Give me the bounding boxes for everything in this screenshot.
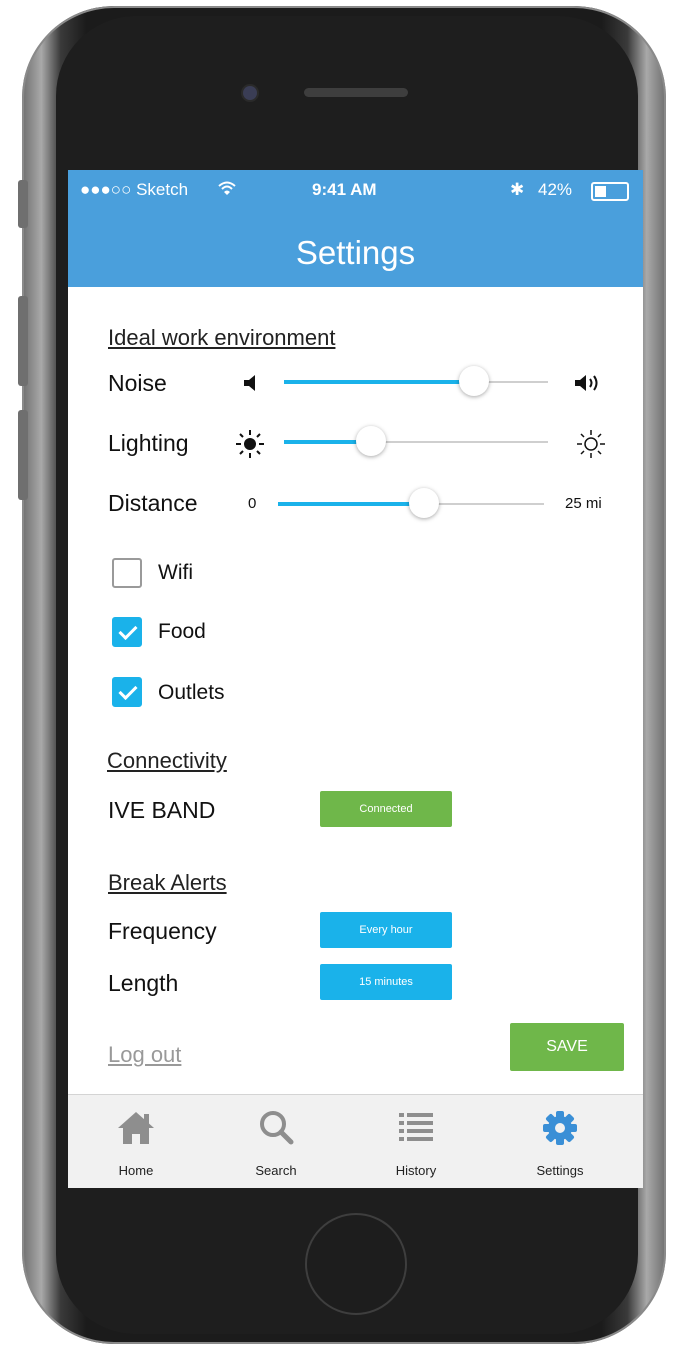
noise-label: Noise (108, 370, 167, 396)
wifi-signal-icon (218, 181, 236, 195)
gear-icon (543, 1111, 577, 1145)
distance-max-label: 25 mi (565, 495, 602, 512)
save-button[interactable]: SAVE (510, 1023, 624, 1071)
earpiece-speaker (304, 88, 408, 97)
distance-min-label: 0 (248, 495, 257, 512)
tab-settings-label: Settings (536, 1163, 584, 1178)
lighting-slider-knob[interactable] (356, 426, 387, 456)
nav-header: ●●●○○ Sketch 9:41 AM ✱ 42% Settings (68, 170, 643, 287)
battery-percent: 42% (538, 180, 573, 199)
volume-low-icon (244, 375, 255, 391)
tab-settings[interactable]: Settings (510, 1095, 610, 1188)
length-label: Length (108, 970, 179, 996)
sun-dark-icon (236, 430, 264, 458)
noise-slider-fill (284, 380, 475, 384)
search-icon (260, 1111, 294, 1145)
frequency-button[interactable]: Every hour (320, 912, 452, 948)
home-icon (118, 1112, 154, 1144)
lighting-slider[interactable] (284, 426, 548, 456)
sun-bright-icon (577, 430, 605, 458)
tab-search[interactable]: Search (226, 1095, 326, 1188)
battery-level (595, 186, 606, 197)
connection-status-button[interactable]: Connected (320, 791, 452, 827)
tab-history[interactable]: History (366, 1095, 466, 1188)
home-hardware-button[interactable] (305, 1213, 407, 1315)
outlets-label: Outlets (158, 681, 225, 704)
page-title: Settings (295, 234, 416, 271)
section-connectivity: Connectivity (107, 748, 227, 773)
outlets-checkbox[interactable] (112, 677, 142, 707)
status-time: 9:41 AM (312, 180, 377, 199)
noise-slider[interactable] (284, 366, 548, 396)
tab-bar: Home Search History Settings (68, 1094, 643, 1188)
wifi-checkbox[interactable] (112, 558, 142, 588)
distance-slider[interactable] (278, 488, 544, 518)
tab-home[interactable]: Home (86, 1095, 186, 1188)
distance-label: Distance (108, 490, 198, 516)
distance-slider-fill (278, 502, 425, 506)
tab-history-label: History (395, 1163, 437, 1178)
section-ideal-environment: Ideal work environment (108, 325, 336, 350)
bluetooth-icon: ✱ (510, 180, 525, 199)
noise-slider-knob[interactable] (459, 366, 490, 396)
app-screen: ●●●○○ Sketch 9:41 AM ✱ 42% Settings Idea… (68, 170, 643, 1188)
front-camera (243, 86, 257, 100)
list-icon (399, 1113, 433, 1141)
section-break-alerts: Break Alerts (108, 870, 227, 895)
length-button[interactable]: 15 minutes (320, 964, 452, 1000)
volume-up-button (18, 296, 28, 386)
distance-slider-knob[interactable] (409, 488, 440, 518)
lighting-label: Lighting (108, 430, 189, 456)
volume-down-button (18, 410, 28, 500)
device-label: IVE BAND (108, 797, 216, 823)
tab-home-label: Home (118, 1163, 154, 1178)
food-label: Food (158, 620, 206, 643)
carrier-label: ●●●○○ Sketch (80, 180, 189, 199)
frequency-label: Frequency (108, 918, 217, 944)
mute-switch (18, 180, 28, 228)
battery-icon (591, 182, 629, 201)
food-checkbox[interactable] (112, 617, 142, 647)
wifi-label: Wifi (158, 561, 193, 584)
tab-search-label: Search (255, 1163, 297, 1178)
volume-high-icon (575, 375, 598, 391)
logout-link[interactable]: Log out (108, 1042, 181, 1068)
